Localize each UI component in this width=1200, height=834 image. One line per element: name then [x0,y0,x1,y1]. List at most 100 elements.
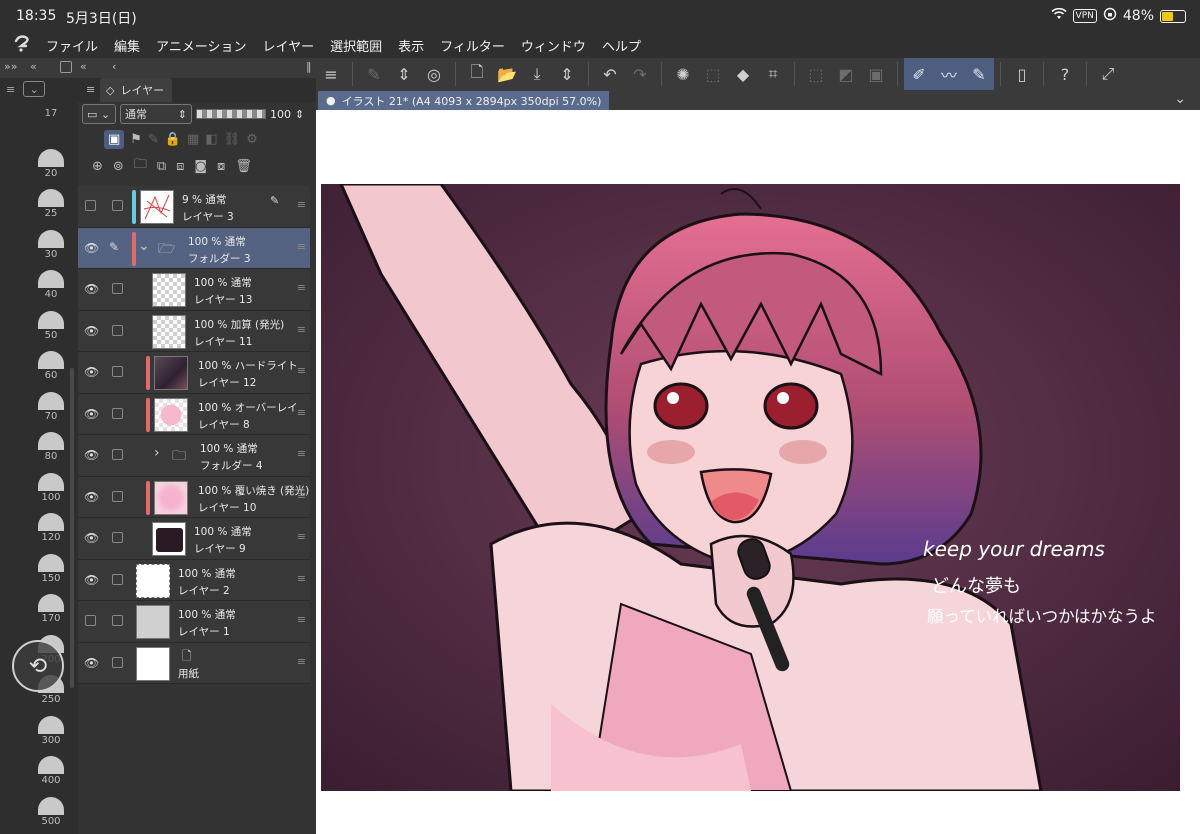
eye-icon[interactable]: 👁 [84,324,99,338]
menu-view[interactable]: 表示 [398,36,424,55]
layer-row[interactable]: 👁 100 % ハードライト レイヤー 12 ≡ [78,352,310,394]
eye-icon[interactable]: 👁 [84,365,99,379]
menu-edit[interactable]: 編集 [114,36,140,55]
visibility-checkbox[interactable] [85,200,96,211]
apply-mask-icon[interactable]: ⧇ [217,159,225,174]
stroke-tool-icon[interactable]: ✎ [964,60,994,88]
loading-spinner-icon[interactable]: ✺ [668,60,698,88]
layer-row[interactable]: 👁 ✎ ⌄ 🗁 100 % 通常 フォルダー 3 ≡ [78,227,310,269]
lock-icon[interactable]: 🔒 [165,132,181,147]
mask-icon[interactable]: ◧ [205,132,217,147]
selection-border-icon[interactable]: ▣ [861,60,891,88]
layer-row[interactable]: 👁 100 % オーバーレイ レイヤー 8 ≡ [78,393,310,435]
tab-layer[interactable]: ◇ レイヤー [100,78,173,102]
new-vector-layer-icon[interactable]: ⊚ [113,159,124,174]
document-tab[interactable]: ● イラスト 21* (A4 4093 x 2894px 350dpi 57.0… [318,91,610,110]
drag-handle-icon[interactable]: ≡ [297,198,306,211]
brush-size-option[interactable]: 50 [34,310,68,341]
fullscreen-icon[interactable]: ⤢ [1093,60,1123,88]
lock-transparency-icon[interactable]: ▦ [187,132,199,147]
chevron-left-icon[interactable]: ‹ [112,60,116,73]
drag-handle-icon[interactable]: ≡ [297,364,306,377]
drag-handle-icon[interactable]: ≡ [297,530,306,543]
blend-mode-select[interactable]: 通常 ⇕ [120,104,192,124]
menu-layer[interactable]: レイヤー [263,36,315,55]
new-folder-icon[interactable]: 🗀 [134,155,147,177]
up-down-arrows-icon[interactable]: ⇕ [552,60,582,88]
brush-size-option[interactable]: 100 [34,472,68,503]
pen-tool-icon[interactable]: ✐ [904,60,934,88]
deselect-icon[interactable]: ⬚ [801,60,831,88]
brush-size-option[interactable]: 20 [34,148,68,179]
panel-grip-icon[interactable]: ‖ [306,60,312,73]
brush-size-option[interactable]: 300 [34,715,68,746]
menu-icon[interactable]: ≡ [6,83,15,96]
dropdown-chevron-icon[interactable]: ⌄ [23,81,46,97]
layer-row[interactable]: 👁 🗋 用紙 ≡ [78,642,310,684]
menu-help[interactable]: ヘルプ [602,36,641,55]
brush-size-option[interactable]: 17 [34,108,68,119]
brush-size-option[interactable]: 25 [34,189,68,219]
save-icon[interactable]: ⤓ [522,60,552,88]
drag-handle-icon[interactable]: ≡ [297,406,306,419]
edit-target-checkbox[interactable] [112,366,123,377]
device-icon[interactable]: ▯ [1007,60,1037,88]
edit-target-checkbox[interactable] [112,573,123,585]
eye-icon[interactable]: 👁 [84,573,99,587]
link-icon[interactable]: ⛓ [224,132,241,147]
layer-row[interactable]: 👁 100 % 通常 レイヤー 9 ≡ [78,518,310,560]
rotate-canvas-button[interactable]: ⟲ [12,640,64,692]
drag-handle-icon[interactable]: ≡ [297,323,306,336]
new-file-icon[interactable]: 🗋 [462,60,492,88]
layer-row[interactable]: 👁 100 % 通常 レイヤー 2 ≡ [78,559,310,601]
drag-handle-icon[interactable]: ≡ [297,613,306,626]
eye-icon[interactable]: 👁 [84,282,99,296]
up-down-arrows-icon[interactable]: ⇕ [295,108,304,121]
edit-target-checkbox[interactable] [112,490,123,502]
collapse-layer-panel-icon[interactable]: « [80,60,87,73]
layer-row[interactable]: 👁 100 % 覆い焼き (発光) レイヤー 10 ≡ [78,476,310,518]
layer-mask-icon[interactable]: ◙ [194,159,207,174]
opacity-value[interactable]: 100 [270,108,291,121]
drag-handle-icon[interactable]: ≡ [297,572,306,585]
artwork[interactable]: keep your dreams どんな夢も 願っていればいつかはかなうよ [321,184,1180,791]
eye-icon[interactable]: 👁 [84,656,99,670]
menu-window[interactable]: ウィンドウ [521,36,586,55]
chevron-down-icon[interactable]: ⌄ [138,238,150,254]
brush-size-option[interactable]: 400 [34,756,68,786]
brush-size-scrollbar[interactable] [70,368,74,688]
drag-handle-icon[interactable]: ≡ [297,489,306,502]
pen-icon[interactable]: ✎ [109,240,119,254]
edit-icon[interactable]: ✎ [359,60,389,88]
invert-selection-icon[interactable]: ◩ [831,60,861,88]
opacity-slider[interactable] [196,109,266,119]
eye-icon[interactable]: 👁 [84,407,99,421]
edit-target-checkbox[interactable] [112,615,123,626]
brush-size-option[interactable]: 150 [34,553,68,584]
chevron-right-icon[interactable]: › [154,445,160,461]
brush-size-option[interactable]: 170 [34,594,68,624]
brush-tool-icon[interactable]: 〰 [934,60,964,88]
edit-target-checkbox[interactable] [112,200,123,211]
edit-target-checkbox[interactable] [112,324,123,336]
menu-animation[interactable]: アニメーション [156,36,246,55]
expand-panels-icon[interactable]: »» [4,60,17,73]
fill-icon[interactable]: ◆ [728,60,758,88]
brush-size-option[interactable]: 30 [34,229,68,260]
layer-color-select[interactable]: ▭ ⌄ [82,104,116,124]
brush-size-option[interactable]: 120 [34,513,68,543]
brush-size-option[interactable]: 40 [34,270,68,300]
up-down-arrows-icon[interactable]: ⇕ [389,60,419,88]
app-logo-icon[interactable] [0,34,46,57]
transform-icon[interactable]: ⌗ [758,60,788,88]
layer-row[interactable]: 9 % 通常 レイヤー 3 ✎ ≡ [78,186,310,228]
eye-icon[interactable]: 👁 [84,241,99,255]
companion-icon[interactable]: ◎ [419,60,449,88]
menu-file[interactable]: ファイル [46,36,98,55]
brush-size-option[interactable]: 500 [34,796,68,827]
layer-row[interactable]: 👁 100 % 加算 (発光) レイヤー 11 ≡ [78,310,310,352]
merge-down-icon[interactable]: ⧈ [176,159,184,174]
edit-target-checkbox[interactable] [112,656,123,668]
draft-icon[interactable]: ✎ [148,132,159,147]
layer-row[interactable]: 100 % 通常 レイヤー 1 ≡ [78,601,310,643]
